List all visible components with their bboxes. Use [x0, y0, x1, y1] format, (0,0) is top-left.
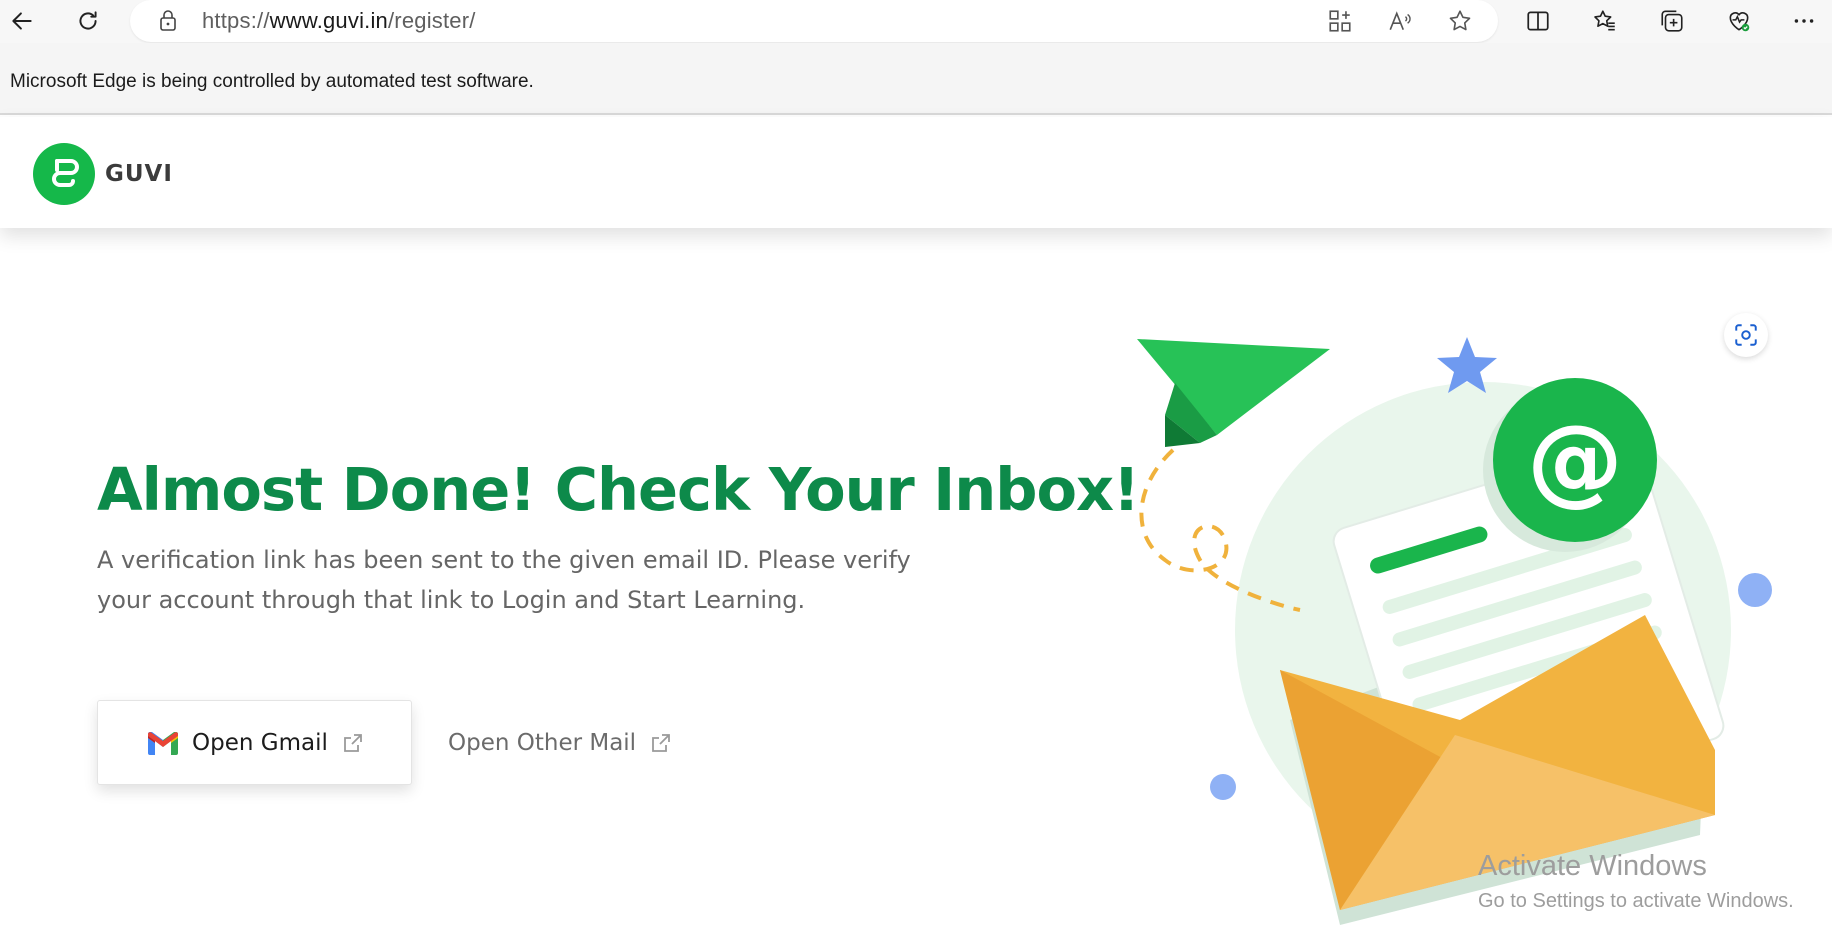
visual-search-icon [1735, 324, 1757, 346]
open-gmail-label: Open Gmail [192, 729, 328, 756]
open-other-mail-link[interactable]: Open Other Mail [448, 726, 672, 760]
favorite-star-icon[interactable] [1445, 7, 1475, 35]
split-screen-icon [1527, 11, 1549, 31]
favorites-button[interactable] [1585, 2, 1625, 40]
lock-icon[interactable] [156, 8, 180, 34]
split-screen-button[interactable] [1518, 2, 1558, 40]
more-icon [1794, 19, 1814, 23]
collections-icon [1661, 10, 1683, 32]
refresh-icon [79, 11, 97, 30]
svg-text:@: @ [1527, 404, 1623, 516]
refresh-button[interactable] [68, 2, 108, 40]
more-button[interactable] [1784, 2, 1824, 40]
activate-windows-subtitle: Go to Settings to activate Windows. [1478, 890, 1794, 912]
open-gmail-button[interactable]: Open Gmail [97, 700, 412, 785]
browser-essentials-button[interactable] [1719, 2, 1759, 40]
back-button[interactable] [2, 2, 42, 40]
automation-infobar: Microsoft Edge is being controlled by au… [0, 43, 1832, 115]
address-bar[interactable]: https://www.guvi.in/register/ [130, 0, 1498, 42]
site-header: GUVI [0, 117, 1832, 228]
infobar-message: Microsoft Edge is being controlled by au… [10, 71, 534, 92]
app-available-icon[interactable] [1325, 7, 1355, 35]
page-title: Almost Done! Check Your Inbox! [97, 455, 1140, 524]
read-aloud-icon[interactable] [1385, 7, 1415, 35]
page-description: A verification link has been sent to the… [97, 546, 911, 614]
open-other-mail-label: Open Other Mail [448, 730, 637, 756]
collections-button[interactable] [1652, 2, 1692, 40]
activate-windows-title: Activate Windows [1478, 850, 1707, 882]
back-arrow-icon [12, 12, 32, 30]
gmail-icon [148, 731, 178, 755]
browser-toolbar: https://www.guvi.in/register/ [0, 0, 1832, 43]
logo-text[interactable]: GUVI [105, 161, 173, 187]
external-link-icon [652, 734, 670, 752]
visual-search-button[interactable] [1724, 313, 1768, 357]
url-text[interactable]: https://www.guvi.in/register/ [202, 8, 476, 34]
guvi-logo-icon[interactable] [33, 143, 95, 205]
favorites-icon [1594, 10, 1615, 31]
external-link-icon [343, 733, 362, 752]
browser-essentials-icon [1729, 12, 1750, 32]
